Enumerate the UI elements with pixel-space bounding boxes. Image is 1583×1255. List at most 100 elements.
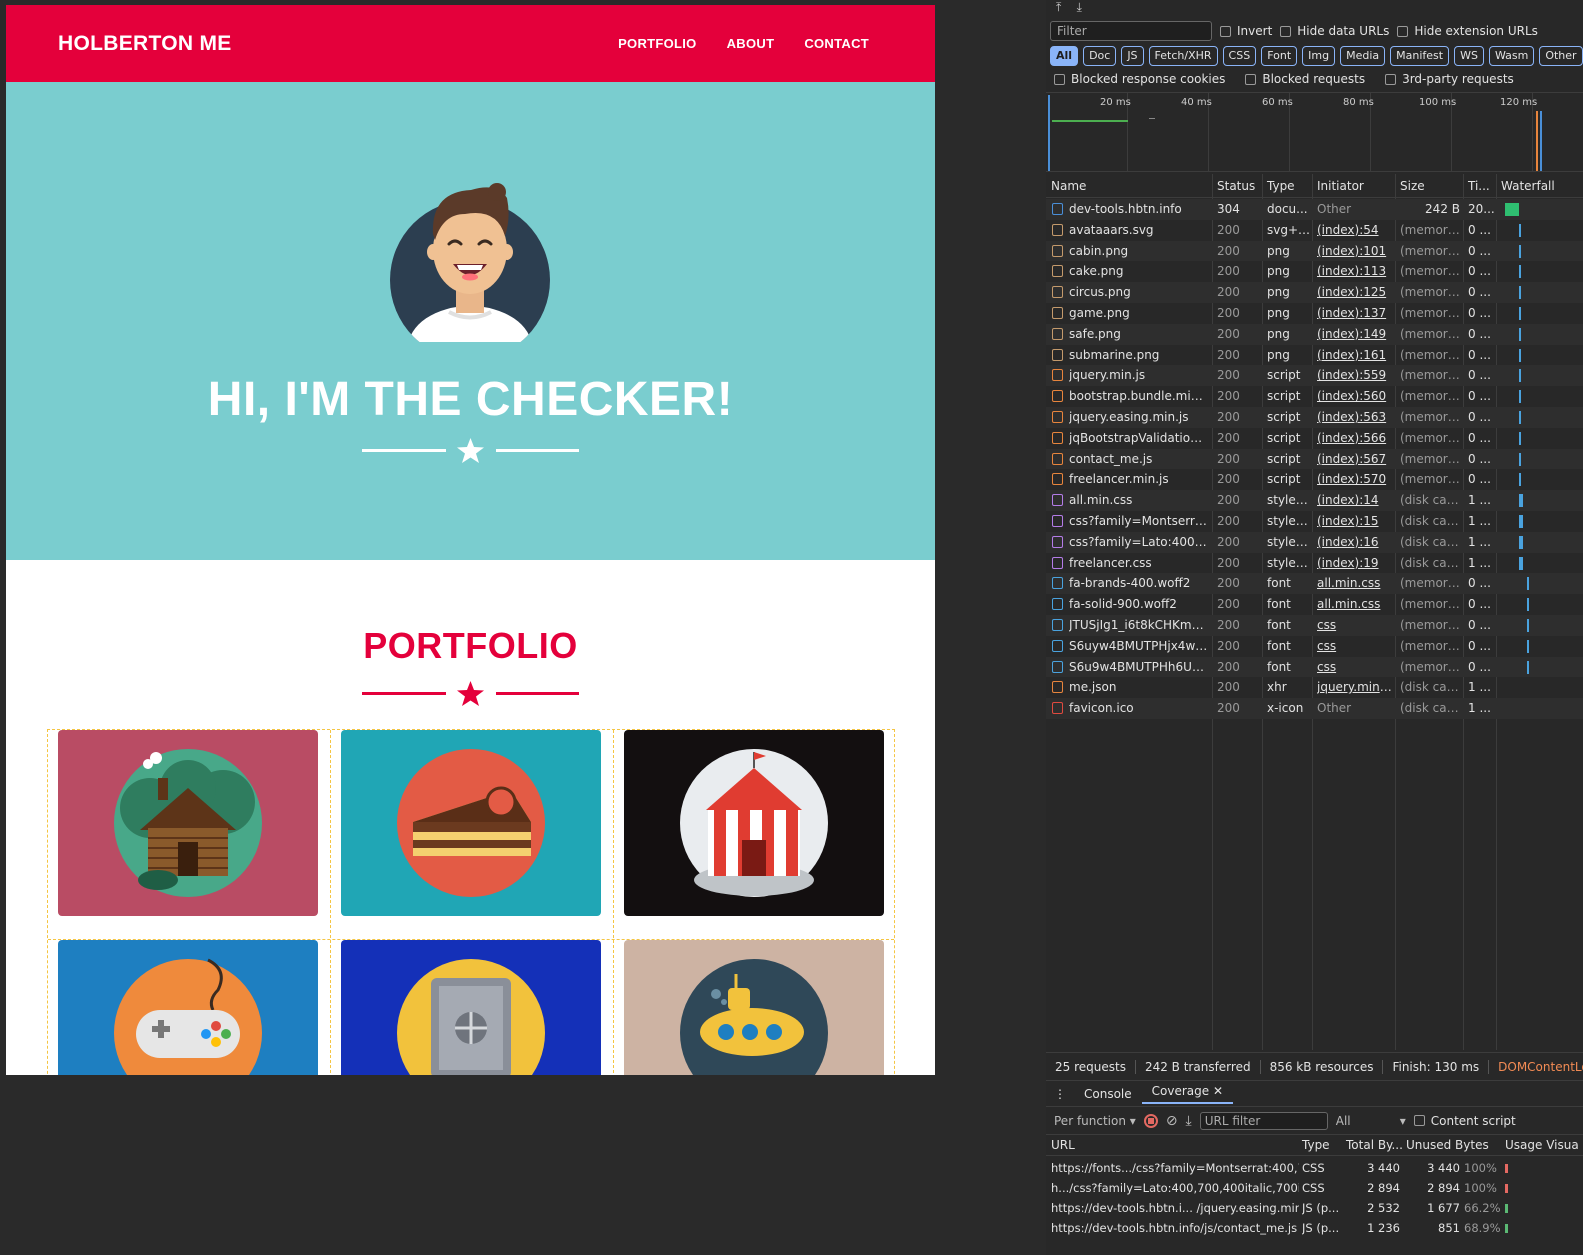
- request-initiator[interactable]: (index):54: [1317, 223, 1393, 237]
- request-initiator[interactable]: jquery.min.j...: [1317, 680, 1393, 694]
- nav-about[interactable]: ABOUT: [727, 36, 775, 51]
- per-function-select[interactable]: Per function ▾: [1054, 1114, 1136, 1128]
- request-initiator[interactable]: (index):563: [1317, 410, 1393, 424]
- cov-col-unused[interactable]: Unused Bytes: [1406, 1138, 1489, 1152]
- portfolio-item-cabin[interactable]: [58, 730, 318, 916]
- portfolio-item-game[interactable]: [58, 940, 318, 1075]
- hide-extension-urls-checkbox[interactable]: Hide extension URLs: [1397, 24, 1538, 38]
- filter-chip-font[interactable]: Font: [1261, 46, 1298, 66]
- cov-col-usage[interactable]: Usage Visua: [1505, 1138, 1579, 1152]
- filter-chip-media[interactable]: Media: [1340, 46, 1386, 66]
- request-initiator[interactable]: all.min.css: [1317, 597, 1393, 611]
- content-scripts-checkbox[interactable]: Content script: [1413, 1114, 1516, 1128]
- request-row[interactable]: all.min.css 200 styles... (index):14 (disk c…: [1046, 490, 1583, 511]
- request-initiator[interactable]: (index):161: [1317, 348, 1393, 362]
- portfolio-item-cake[interactable]: [341, 730, 601, 916]
- download-icon[interactable]: ⤓: [1077, 0, 1082, 14]
- third-party-checkbox[interactable]: 3rd-party requests: [1385, 72, 1514, 86]
- request-row[interactable]: jquery.easing.min.js 200 script (index):563…: [1046, 406, 1583, 428]
- filter-chip-doc[interactable]: Doc: [1083, 46, 1117, 66]
- filter-chip-img[interactable]: Img: [1302, 46, 1336, 66]
- upload-icon[interactable]: ⤒: [1056, 0, 1061, 14]
- export-icon[interactable]: ⤓: [1186, 1113, 1192, 1129]
- request-row[interactable]: jqBootstrapValidation.mi... 200 script (ind…: [1046, 428, 1583, 449]
- cov-col-total[interactable]: Total By...: [1346, 1138, 1403, 1152]
- coverage-row[interactable]: https://fonts.../css?family=Montserrat:4…: [1046, 1158, 1583, 1178]
- request-initiator[interactable]: (index):101: [1317, 244, 1393, 258]
- filter-chip-css[interactable]: CSS: [1222, 46, 1257, 66]
- hide-data-urls-checkbox[interactable]: Hide data URLs: [1280, 24, 1389, 38]
- request-initiator[interactable]: css: [1317, 639, 1393, 653]
- tab-coverage[interactable]: Coverage ✕: [1141, 1084, 1234, 1104]
- request-initiator[interactable]: (index):113: [1317, 264, 1393, 278]
- request-row[interactable]: bootstrap.bundle.min.js 200 script (index):…: [1046, 386, 1583, 407]
- col-waterfall[interactable]: Waterfall: [1501, 179, 1555, 193]
- request-row[interactable]: dev-tools.hbtn.info 304 docu... Other 242 B 2…: [1046, 199, 1583, 220]
- col-size[interactable]: Size: [1400, 179, 1425, 193]
- request-row[interactable]: freelancer.min.js 200 script (index):570 (me…: [1046, 469, 1583, 490]
- invert-checkbox[interactable]: Invert: [1220, 24, 1272, 38]
- request-row[interactable]: css?family=Montserrat:4... 200 styles... (i…: [1046, 511, 1583, 532]
- network-timeline[interactable]: 20 ms 40 ms 60 ms 80 ms 100 ms 120 ms: [1046, 92, 1583, 172]
- request-initiator[interactable]: Other: [1317, 701, 1393, 715]
- request-row[interactable]: S6u9w4BMUTPHh6UVS.... 200 font css (memory .…: [1046, 656, 1583, 678]
- request-initiator[interactable]: css: [1317, 618, 1393, 632]
- filter-chip-ws[interactable]: WS: [1454, 46, 1484, 66]
- type-select[interactable]: All ▾: [1336, 1114, 1406, 1128]
- request-initiator[interactable]: all.min.css: [1317, 576, 1393, 590]
- request-initiator[interactable]: (index):16: [1317, 535, 1393, 549]
- url-filter-input[interactable]: URL filter: [1199, 1111, 1328, 1130]
- filter-chip-other[interactable]: Other: [1539, 46, 1583, 66]
- portfolio-item-safe[interactable]: [341, 940, 601, 1075]
- coverage-row[interactable]: h.../css?family=Lato:400,700,400italic,7…: [1046, 1178, 1583, 1198]
- request-initiator[interactable]: (index):19: [1317, 556, 1393, 570]
- network-filter-input[interactable]: Filter: [1050, 21, 1212, 41]
- request-row[interactable]: cake.png 200 png (index):113 (memory ... 0 ..…: [1046, 261, 1583, 282]
- request-row[interactable]: jquery.min.js 200 script (index):559 (memory…: [1046, 365, 1583, 387]
- brand-logo[interactable]: HOLBERTON ME: [58, 32, 232, 56]
- request-row[interactable]: S6uyw4BMUTPHjx4wXg.... 200 font css (memory …: [1046, 636, 1583, 657]
- request-initiator[interactable]: (index):14: [1317, 493, 1393, 507]
- request-row[interactable]: me.json 200 xhr jquery.min.j... (disk cac...…: [1046, 677, 1583, 698]
- request-initiator[interactable]: (index):570: [1317, 472, 1393, 486]
- request-initiator[interactable]: (index):567: [1317, 452, 1393, 466]
- request-row[interactable]: favicon.ico 200 x-icon Other (disk cac... 1 .…: [1046, 698, 1583, 719]
- request-row[interactable]: cabin.png 200 png (index):101 (memory ... 0 .…: [1046, 240, 1583, 262]
- request-row[interactable]: submarine.png 200 png (index):161 (memory ..…: [1046, 345, 1583, 366]
- filter-chip-all[interactable]: All: [1050, 46, 1079, 66]
- request-initiator[interactable]: (index):137: [1317, 306, 1393, 320]
- clear-icon[interactable]: ⊘: [1166, 1113, 1178, 1129]
- coverage-row[interactable]: https://dev-tools.hbtn.info/js/contact_m…: [1046, 1218, 1583, 1238]
- request-row[interactable]: game.png 200 png (index):137 (memory ... 0 ..…: [1046, 303, 1583, 324]
- blocked-cookies-checkbox[interactable]: Blocked response cookies: [1054, 72, 1225, 86]
- nav-portfolio[interactable]: PORTFOLIO: [618, 36, 697, 51]
- col-type[interactable]: Type: [1267, 179, 1295, 193]
- request-row[interactable]: fa-brands-400.woff2 200 font all.min.css (me…: [1046, 573, 1583, 595]
- filter-chip-fetch[interactable]: Fetch/XHR: [1148, 46, 1218, 66]
- cov-col-url[interactable]: URL: [1051, 1138, 1075, 1152]
- request-row[interactable]: freelancer.css 200 styles... (index):19 (dis…: [1046, 553, 1583, 574]
- request-row[interactable]: JTUSjIg1_i6t8kCHKm459... 200 font css (memor…: [1046, 614, 1583, 636]
- request-initiator[interactable]: (index):566: [1317, 431, 1393, 445]
- request-initiator[interactable]: (index):559: [1317, 368, 1393, 382]
- request-row[interactable]: contact_me.js 200 script (index):567 (memory…: [1046, 448, 1583, 470]
- request-initiator[interactable]: (index):149: [1317, 327, 1393, 341]
- record-stop-icon[interactable]: [1143, 1113, 1158, 1128]
- request-row[interactable]: avataaars.svg 200 svg+x... (index):54 (memor…: [1046, 220, 1583, 241]
- coverage-row[interactable]: https://dev-tools.hbtn.i... /jquery.easi…: [1046, 1198, 1583, 1218]
- request-initiator[interactable]: (index):15: [1317, 514, 1393, 528]
- request-row[interactable]: circus.png 200 png (index):125 (memory ... 0 …: [1046, 282, 1583, 303]
- nav-contact[interactable]: CONTACT: [804, 36, 869, 51]
- tab-console[interactable]: Console: [1074, 1087, 1142, 1101]
- drawer-menu-icon[interactable]: ⋮: [1046, 1087, 1074, 1101]
- col-initiator[interactable]: Initiator: [1317, 179, 1364, 193]
- request-row[interactable]: css?family=Lato:400,700,... 200 styles... (…: [1046, 531, 1583, 553]
- cov-col-type[interactable]: Type: [1302, 1138, 1330, 1152]
- portfolio-item-circus[interactable]: [624, 730, 884, 916]
- filter-chip-js[interactable]: JS: [1121, 46, 1144, 66]
- col-status[interactable]: Status: [1217, 179, 1255, 193]
- blocked-requests-checkbox[interactable]: Blocked requests: [1245, 72, 1365, 86]
- col-name[interactable]: Name: [1051, 179, 1086, 193]
- request-row[interactable]: fa-solid-900.woff2 200 font all.min.css (mem…: [1046, 594, 1583, 615]
- request-initiator[interactable]: (index):125: [1317, 285, 1393, 299]
